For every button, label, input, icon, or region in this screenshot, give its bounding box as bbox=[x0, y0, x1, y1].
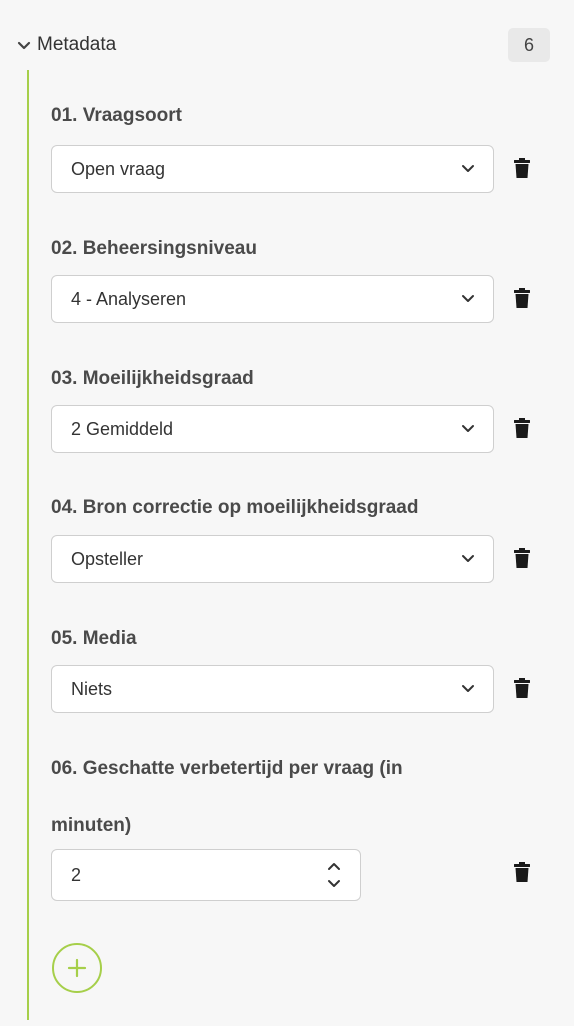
chevron-down-icon bbox=[462, 555, 474, 562]
chevron-down-icon bbox=[462, 425, 474, 432]
number-value: 2 bbox=[71, 865, 82, 885]
trash-icon[interactable] bbox=[514, 678, 530, 698]
field-label-verbetertijd: 06. Geschatte verbetertijd per vraag (in bbox=[51, 758, 403, 779]
trash-icon[interactable] bbox=[514, 288, 530, 308]
select-value: Niets bbox=[71, 679, 113, 699]
vraagsoort-select[interactable]: Open vraag bbox=[51, 145, 494, 193]
moeilijkheidsgraad-select[interactable]: 2 Gemiddeld bbox=[51, 405, 494, 453]
spinner-icon[interactable] bbox=[326, 858, 342, 892]
field-label-moeilijkheidsgraad: 03. Moeilijkheidsgraad bbox=[51, 368, 254, 389]
section-accent-line bbox=[27, 70, 29, 1020]
field-label-verbetertijd-cont: minuten) bbox=[51, 815, 132, 836]
field-label-beheersingsniveau: 02. Beheersingsniveau bbox=[51, 238, 257, 259]
field-label-media: 05. Media bbox=[51, 628, 137, 649]
section-title: Metadata bbox=[37, 34, 117, 55]
trash-icon[interactable] bbox=[514, 862, 530, 882]
add-metadata-button[interactable] bbox=[52, 943, 102, 993]
trash-icon[interactable] bbox=[514, 418, 530, 438]
chevron-down-icon bbox=[462, 295, 474, 302]
select-value: 2 Gemiddeld bbox=[71, 419, 174, 439]
plus-icon bbox=[67, 958, 87, 978]
chevron-down-icon bbox=[462, 165, 474, 172]
beheersingsniveau-select[interactable]: 4 - Analyseren bbox=[51, 275, 494, 323]
field-label-vraagsoort: 01. Vraagsoort bbox=[51, 105, 182, 126]
count-badge: 6 bbox=[508, 28, 550, 62]
chevron-down-icon[interactable] bbox=[14, 36, 34, 56]
verbetertijd-input[interactable]: 2 bbox=[51, 849, 361, 901]
select-value: Open vraag bbox=[71, 159, 166, 179]
trash-icon[interactable] bbox=[514, 158, 530, 178]
field-label-bron-correctie: 04. Bron correctie op moeilijkheidsgraad bbox=[51, 497, 419, 518]
section-header[interactable]: Metadata 6 bbox=[0, 26, 574, 66]
select-value: Opsteller bbox=[71, 549, 144, 569]
bron-correctie-select[interactable]: Opsteller bbox=[51, 535, 494, 583]
chevron-down-icon bbox=[462, 685, 474, 692]
trash-icon[interactable] bbox=[514, 548, 530, 568]
select-value: 4 - Analyseren bbox=[71, 289, 187, 309]
media-select[interactable]: Niets bbox=[51, 665, 494, 713]
